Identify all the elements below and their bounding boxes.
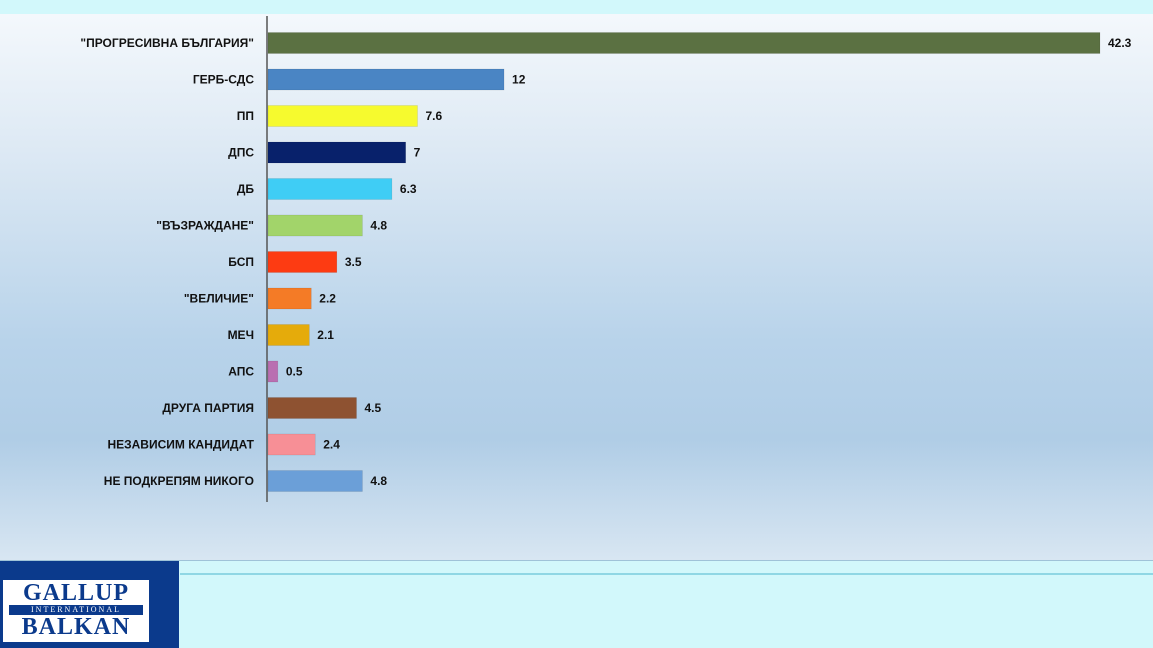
bar [267, 251, 338, 273]
category-label: ДПС [228, 146, 254, 160]
value-label: 4.8 [370, 219, 387, 233]
value-label: 4.8 [370, 474, 387, 488]
gallup-logo: GALLUP INTERNATIONAL BALKAN [0, 561, 179, 648]
bar [267, 68, 505, 91]
value-label: 7 [414, 146, 421, 160]
category-label: ДРУГА ПАРТИЯ [162, 401, 254, 415]
category-label: МЕЧ [228, 328, 254, 342]
category-label: АПС [228, 365, 254, 379]
value-label: 2.1 [317, 328, 334, 342]
value-label: 4.5 [365, 401, 382, 415]
value-label: 42.3 [1108, 36, 1132, 50]
value-label: 6.3 [400, 182, 417, 196]
category-label: ГЕРБ-СДС [193, 73, 254, 87]
bar [267, 32, 1101, 54]
value-label: 2.4 [323, 438, 340, 452]
logo-plate: GALLUP INTERNATIONAL BALKAN [3, 580, 149, 642]
bar [267, 433, 316, 456]
logo-gallup: GALLUP [22, 580, 129, 606]
bar [267, 324, 310, 346]
bar [267, 214, 363, 237]
bar-chart: "ПРОГРЕСИВНА БЪЛГАРИЯ" 42.3 ГЕРБ-СДС 12 ПП 7.… [80, 16, 1132, 502]
bar [267, 141, 406, 164]
category-label: ДБ [237, 182, 255, 196]
plot-area: "ПРОГРЕСИВНА БЪЛГАРИЯ" 42.3 ГЕРБ-СДС 12 ПП 7.… [80, 16, 1132, 502]
category-label: "ПРОГРЕСИВНА БЪЛГАРИЯ" [80, 36, 254, 50]
value-label: 3.5 [345, 255, 362, 269]
bar [267, 105, 418, 127]
category-label: "ВЪЗРАЖДАНЕ" [156, 219, 254, 233]
bar [267, 470, 363, 492]
category-label: БСП [228, 255, 254, 269]
value-label: 0.5 [286, 365, 303, 379]
bar [267, 397, 357, 419]
logo-balkan: BALKAN [21, 614, 131, 640]
bar [267, 287, 312, 310]
category-label: ПП [237, 109, 254, 123]
divider-line [180, 573, 1153, 575]
bar [267, 178, 393, 200]
bar [267, 360, 279, 383]
category-label: НЕЗАВИСИМ КАНДИДАТ [107, 438, 254, 452]
chart-panel: "ПРОГРЕСИВНА БЪЛГАРИЯ" 42.3 ГЕРБ-СДС 12 ПП 7.… [0, 14, 1153, 561]
category-label: "ВЕЛИЧИЕ" [184, 292, 254, 306]
value-label: 7.6 [425, 109, 442, 123]
value-label: 2.2 [319, 292, 336, 306]
category-label: НЕ ПОДКРЕПЯМ НИКОГО [104, 474, 254, 488]
value-label: 12 [512, 73, 526, 87]
